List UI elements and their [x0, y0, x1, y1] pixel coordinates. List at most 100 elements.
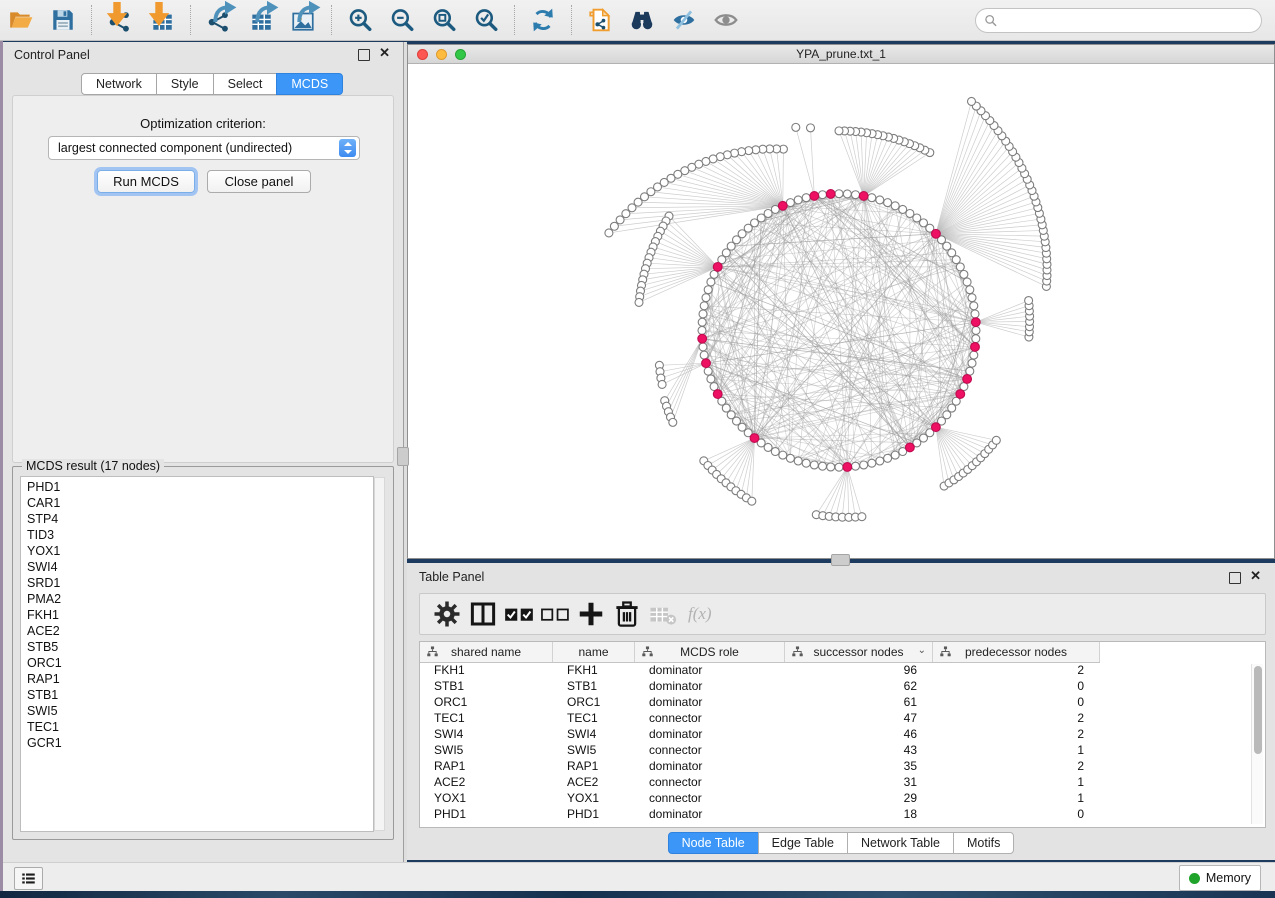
mcds-result-item[interactable]: TID3	[27, 527, 373, 543]
network-canvas[interactable]	[408, 63, 1274, 558]
network-node[interactable]	[700, 351, 708, 359]
network-node[interactable]	[963, 278, 971, 286]
mcds-result-item[interactable]: PMA2	[27, 591, 373, 607]
tab-network[interactable]: Network	[81, 73, 157, 95]
network-node[interactable]	[966, 286, 974, 294]
mcds-result-scrollbar[interactable]	[374, 477, 385, 831]
network-node[interactable]	[698, 326, 706, 334]
dominator-node[interactable]	[971, 343, 980, 352]
table-row[interactable]: FKH1FKH1dominator962	[420, 662, 1251, 678]
network-leaf-node[interactable]	[807, 124, 815, 132]
network-node[interactable]	[827, 463, 835, 471]
network-node[interactable]	[876, 457, 884, 465]
node-table-scrollbar[interactable]	[1251, 664, 1263, 824]
mcds-result-item[interactable]: ORC1	[27, 655, 373, 671]
hide-selected-icon[interactable]	[668, 4, 700, 36]
open-file-icon[interactable]	[5, 4, 37, 36]
mcds-result-item[interactable]: FKH1	[27, 607, 373, 623]
network-leaf-node[interactable]	[610, 222, 618, 230]
task-history-button[interactable]	[14, 867, 43, 890]
close-panel-icon[interactable]: ✕	[1250, 569, 1261, 583]
network-node[interactable]	[906, 210, 914, 218]
table-row[interactable]: SWI5SWI5connector431	[420, 742, 1251, 758]
network-node[interactable]	[891, 202, 899, 210]
export-network-icon[interactable]	[203, 4, 235, 36]
dominator-node[interactable]	[702, 359, 711, 368]
network-leaf-node[interactable]	[635, 298, 643, 306]
column-header-name[interactable]: name	[553, 642, 635, 662]
network-node[interactable]	[771, 448, 779, 456]
network-node[interactable]	[860, 461, 868, 469]
share-document-icon[interactable]	[584, 4, 616, 36]
network-node[interactable]	[699, 310, 707, 318]
dominator-node[interactable]	[859, 192, 868, 201]
network-node[interactable]	[779, 451, 787, 459]
scrollbar-thumb[interactable]	[1254, 666, 1262, 754]
network-node[interactable]	[868, 459, 876, 467]
network-node[interactable]	[699, 343, 707, 351]
dominator-node[interactable]	[713, 390, 722, 399]
search-box[interactable]	[975, 8, 1262, 33]
dominator-node[interactable]	[810, 192, 819, 201]
network-node[interactable]	[972, 326, 980, 334]
column-header-successor-nodes[interactable]: successor nodes⌄	[785, 642, 933, 662]
select-all-icon[interactable]	[504, 599, 534, 629]
network-node[interactable]	[698, 318, 706, 326]
memory-button[interactable]: Memory	[1179, 865, 1261, 891]
network-node[interactable]	[835, 190, 843, 198]
refresh-icon[interactable]	[527, 4, 559, 36]
table-row[interactable]: TEC1TEC1connector472	[420, 710, 1251, 726]
network-node[interactable]	[968, 359, 976, 367]
dominator-node[interactable]	[750, 434, 759, 443]
import-table-icon[interactable]	[146, 4, 178, 36]
tab-network-table[interactable]: Network Table	[847, 832, 954, 854]
dominator-node[interactable]	[698, 334, 707, 343]
dominator-node[interactable]	[956, 390, 965, 399]
table-row[interactable]: SWI4SWI4dominator462	[420, 726, 1251, 742]
column-header-predecessor-nodes[interactable]: predecessor nodes	[933, 642, 1100, 662]
network-node[interactable]	[884, 454, 892, 462]
network-node[interactable]	[702, 294, 710, 302]
mcds-result-item[interactable]: GCR1	[27, 735, 373, 751]
tab-edge-table[interactable]: Edge Table	[758, 832, 848, 854]
table-row[interactable]: STB1STB1dominator620	[420, 678, 1251, 694]
network-node[interactable]	[700, 302, 708, 310]
dominator-node[interactable]	[713, 262, 722, 271]
float-panel-icon[interactable]	[358, 49, 370, 61]
dominator-node[interactable]	[932, 423, 941, 432]
dominator-node[interactable]	[906, 443, 915, 452]
table-row[interactable]: RAP1RAP1dominator352	[420, 758, 1251, 774]
network-node[interactable]	[899, 205, 907, 213]
network-node[interactable]	[966, 367, 974, 375]
network-node[interactable]	[971, 310, 979, 318]
network-node[interactable]	[810, 461, 818, 469]
network-node[interactable]	[764, 443, 772, 451]
dominator-node[interactable]	[826, 190, 835, 199]
run-mcds-button[interactable]: Run MCDS	[97, 170, 195, 193]
zoom-in-icon[interactable]	[344, 4, 376, 36]
network-node[interactable]	[876, 196, 884, 204]
network-node[interactable]	[884, 199, 892, 207]
delete-row-trash-icon[interactable]	[612, 599, 642, 629]
network-node[interactable]	[802, 194, 810, 202]
network-node[interactable]	[852, 462, 860, 470]
mcds-result-item[interactable]: SRD1	[27, 575, 373, 591]
dominator-node[interactable]	[778, 201, 787, 210]
mcds-result-item[interactable]: SWI4	[27, 559, 373, 575]
network-leaf-node[interactable]	[858, 513, 866, 521]
search-objects-binoculars-icon[interactable]	[626, 4, 658, 36]
zoom-fit-icon[interactable]	[428, 4, 460, 36]
vertical-splitter-handle[interactable]	[397, 447, 409, 466]
tab-node-table[interactable]: Node Table	[668, 832, 759, 854]
network-node[interactable]	[819, 462, 827, 470]
table-row[interactable]: ACE2ACE2connector311	[420, 774, 1251, 790]
network-node[interactable]	[956, 263, 964, 271]
network-node[interactable]	[704, 367, 712, 375]
network-leaf-node[interactable]	[669, 418, 677, 426]
network-node[interactable]	[891, 451, 899, 459]
table-row[interactable]: YOX1YOX1connector291	[420, 790, 1251, 806]
column-header-MCDS-role[interactable]: MCDS role	[635, 642, 785, 662]
mcds-result-item[interactable]: STB5	[27, 639, 373, 655]
network-node[interactable]	[970, 351, 978, 359]
network-node[interactable]	[852, 191, 860, 199]
